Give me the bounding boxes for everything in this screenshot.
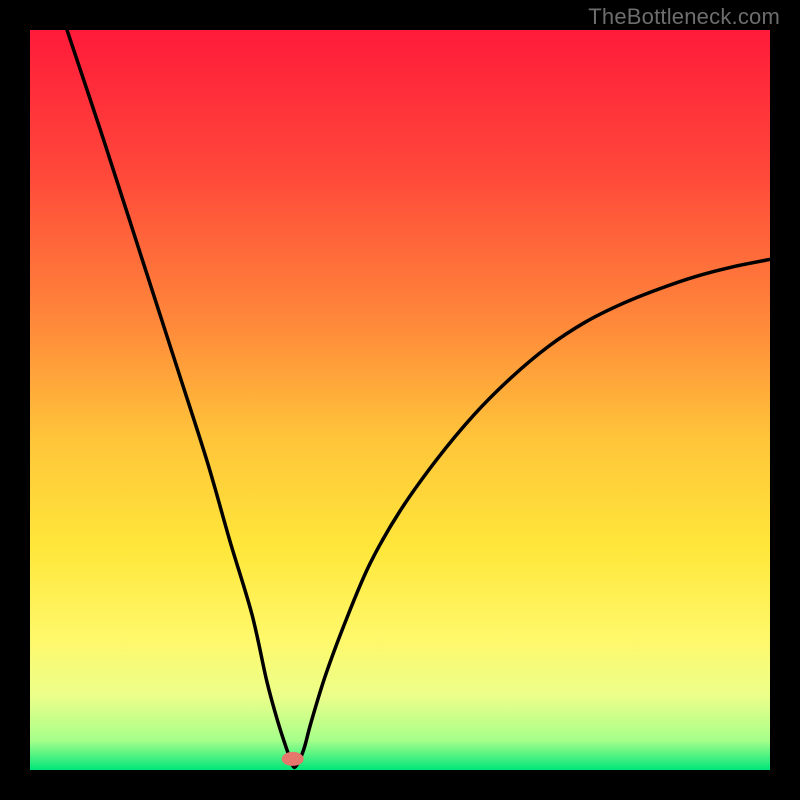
- bottleneck-chart-svg: [30, 30, 770, 770]
- gradient-background: [30, 30, 770, 770]
- plot-area: [30, 30, 770, 770]
- chart-frame: TheBottleneck.com: [0, 0, 800, 800]
- optimal-point-marker: [282, 752, 304, 766]
- watermark-text: TheBottleneck.com: [588, 4, 780, 30]
